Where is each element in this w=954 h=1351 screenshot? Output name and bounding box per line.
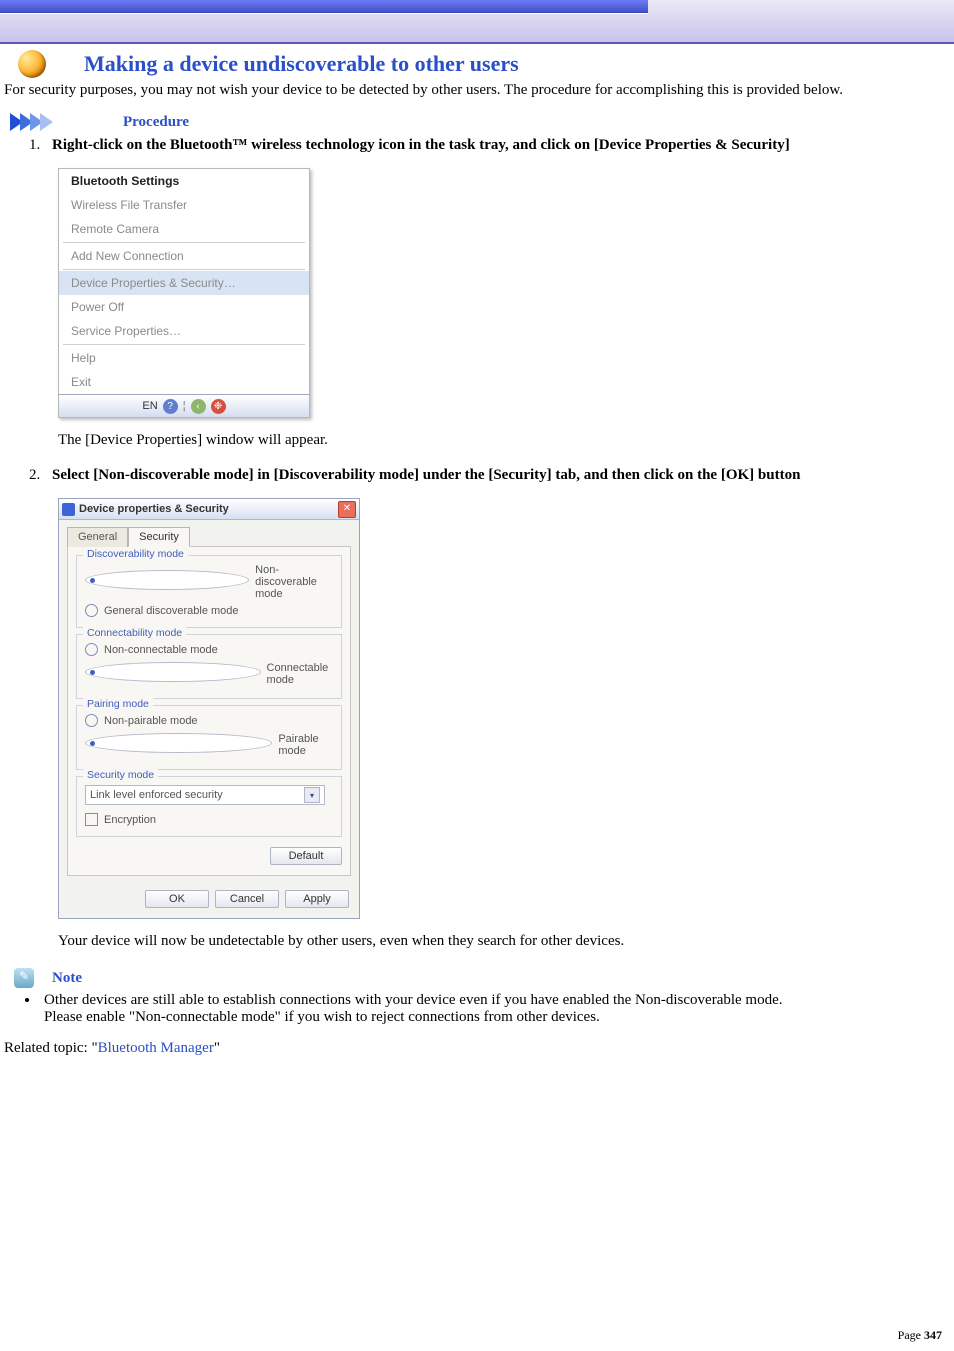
top-banner — [0, 0, 954, 44]
dialog-title: Device properties & Security — [79, 503, 229, 515]
tab-security[interactable]: Security — [128, 527, 190, 547]
note-item-1: Other devices are still able to establis… — [44, 992, 783, 1008]
menu-item-power-off[interactable]: Power Off — [59, 295, 309, 319]
dialog-tabs: General Security — [59, 520, 359, 546]
related-topic: Related topic: "Bluetooth Manager" — [4, 1040, 950, 1057]
security-mode-value: Link level enforced security — [90, 789, 223, 801]
apply-button[interactable]: Apply — [285, 890, 349, 908]
group-pairing: Pairing mode Non-pairable mode Pairable … — [76, 705, 342, 770]
radio-non-pairable[interactable]: Non-pairable mode — [85, 712, 333, 729]
device-properties-dialog: Device properties & Security ✕ General S… — [58, 498, 360, 919]
note-item-2: Please enable "Non-connectable mode" if … — [44, 1009, 600, 1025]
group-security: Security mode Link level enforced securi… — [76, 776, 342, 837]
radio-connectable[interactable]: Connectable mode — [85, 658, 333, 690]
menu-item-remote-camera[interactable]: Remote Camera — [59, 217, 309, 241]
security-mode-select[interactable]: Link level enforced security ▾ — [85, 785, 325, 805]
page-number: Page 347 — [898, 1328, 942, 1343]
note-item: Other devices are still able to establis… — [40, 992, 954, 1026]
page-title: Making a device undiscoverable to other … — [84, 51, 519, 77]
step-1-text: Right-click on the Bluetooth™ wireless t… — [52, 137, 790, 153]
radio-non-connectable[interactable]: Non-connectable mode — [85, 641, 333, 658]
radio-general-discoverable[interactable]: General discoverable mode — [85, 602, 333, 619]
tab-general[interactable]: General — [67, 527, 128, 547]
radio-pairable[interactable]: Pairable mode — [85, 729, 333, 761]
context-menu: Bluetooth Settings Wireless File Transfe… — [58, 168, 310, 418]
title-row: Making a device undiscoverable to other … — [18, 50, 954, 78]
related-link[interactable]: Bluetooth Manager — [98, 1040, 214, 1056]
related-prefix: Related topic: " — [4, 1040, 98, 1056]
menu-item-add-new-connection[interactable]: Add New Connection — [59, 244, 309, 268]
step-2-followup: Your device will now be undetectable by … — [58, 933, 954, 950]
note-icon — [14, 968, 34, 988]
procedure-header: Procedure — [10, 113, 954, 131]
default-button[interactable]: Default — [270, 847, 342, 865]
close-button[interactable]: ✕ — [338, 501, 356, 518]
menu-item-service-properties[interactable]: Service Properties… — [59, 319, 309, 343]
step-2-text: Select [Non-discoverable mode] in [Disco… — [52, 467, 800, 483]
procedure-label: Procedure — [123, 114, 189, 131]
ok-button[interactable]: OK — [145, 890, 209, 908]
procedure-list: Right-click on the Bluetooth™ wireless t… — [44, 137, 954, 950]
procedure-arrows-icon — [10, 113, 53, 131]
note-list: Other devices are still able to establis… — [40, 992, 954, 1026]
tray-arrow-icon[interactable]: ‹ — [191, 399, 206, 414]
tray-lang: EN — [142, 400, 157, 412]
menu-item-bluetooth-settings[interactable]: Bluetooth Settings — [59, 169, 309, 193]
topic-orb-icon — [18, 50, 46, 78]
note-label: Note — [52, 970, 82, 987]
related-suffix: " — [214, 1040, 220, 1056]
tray-bluetooth-icon[interactable]: ❉ — [211, 399, 226, 414]
group-discoverability: Discoverability mode Non-discoverable mo… — [76, 555, 342, 628]
tab-body: Discoverability mode Non-discoverable mo… — [67, 546, 351, 876]
radio-non-discoverable[interactable]: Non-discoverable mode — [85, 562, 333, 602]
menu-item-device-properties-security[interactable]: Device Properties & Security… — [59, 271, 309, 295]
menu-item-wireless-file-transfer[interactable]: Wireless File Transfer — [59, 193, 309, 217]
group-pairing-label: Pairing mode — [83, 698, 153, 710]
dialog-titlebar: Device properties & Security ✕ — [59, 499, 359, 520]
menu-item-help[interactable]: Help — [59, 346, 309, 370]
step-1-followup: The [Device Properties] window will appe… — [58, 432, 954, 449]
group-connectability-label: Connectability mode — [83, 627, 186, 639]
note-header: Note — [14, 968, 954, 988]
group-connectability: Connectability mode Non-connectable mode… — [76, 634, 342, 699]
group-security-label: Security mode — [83, 769, 158, 781]
banner-gloss — [0, 0, 648, 13]
cancel-button[interactable]: Cancel — [215, 890, 279, 908]
step-2: Select [Non-discoverable mode] in [Disco… — [44, 467, 954, 950]
group-discoverability-label: Discoverability mode — [83, 548, 188, 560]
dialog-title-icon — [62, 503, 75, 516]
checkbox-encryption[interactable]: Encryption — [85, 811, 333, 828]
chevron-down-icon: ▾ — [304, 787, 320, 803]
dialog-button-row: OK Cancel Apply — [59, 884, 359, 918]
tray-sep: ¦ — [183, 400, 186, 412]
menu-item-exit[interactable]: Exit — [59, 370, 309, 394]
step-1: Right-click on the Bluetooth™ wireless t… — [44, 137, 954, 449]
intro-text: For security purposes, you may not wish … — [4, 82, 950, 99]
system-tray: EN ? ¦ ‹ ❉ — [59, 394, 309, 417]
tray-help-icon[interactable]: ? — [163, 399, 178, 414]
